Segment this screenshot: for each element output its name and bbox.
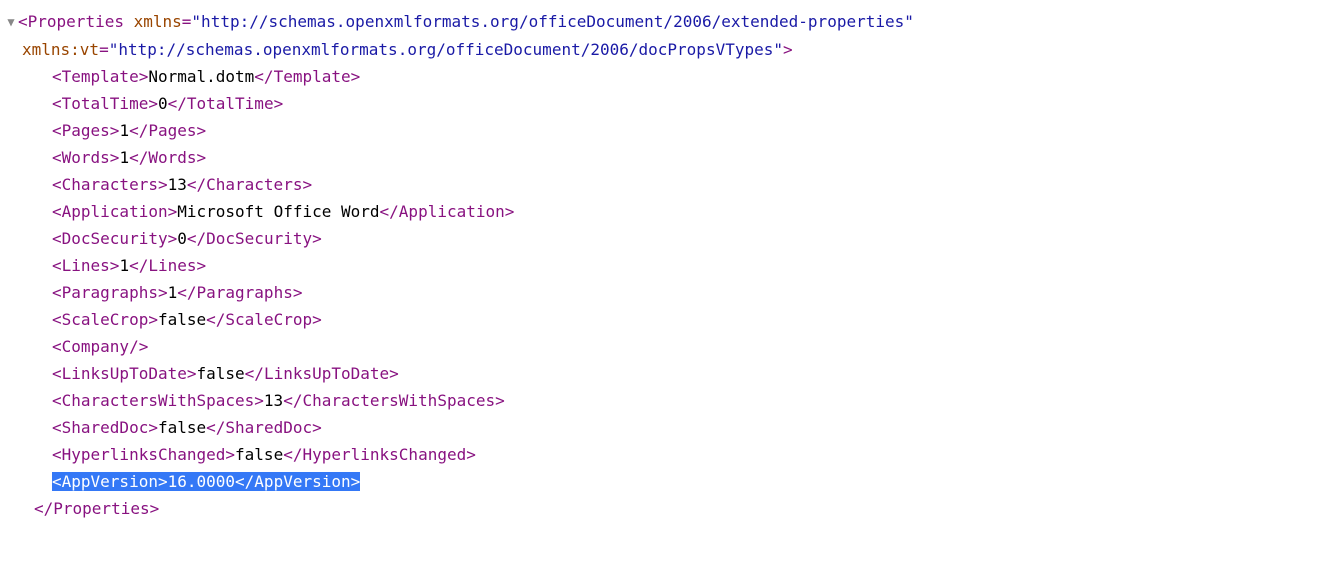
xml-element[interactable]: <ScaleCrop>false</ScaleCrop> (4, 306, 1332, 333)
tag-close: </DocSecurity> (187, 229, 322, 248)
tag-open-bracket: < (18, 12, 28, 31)
tag-text: Microsoft Office Word (177, 202, 379, 221)
tag-close-bracket: > (783, 40, 793, 59)
xml-element[interactable]: <HyperlinksChanged>false</HyperlinksChan… (4, 441, 1332, 468)
tag-close: </Words> (129, 148, 206, 167)
tag-open: <Pages> (52, 121, 119, 140)
tag-open: <Template> (52, 67, 148, 86)
tag-text: 0 (177, 229, 187, 248)
xml-element[interactable]: <TotalTime>0</TotalTime> (4, 90, 1332, 117)
tag-close: </Characters> (187, 175, 312, 194)
xml-element[interactable]: <Characters>13</Characters> (4, 171, 1332, 198)
tag-close: </Paragraphs> (177, 283, 302, 302)
tag-text: 1 (119, 121, 129, 140)
attr-name: xmlns:vt (22, 40, 99, 59)
xml-element[interactable]: <AppVersion>16.0000</AppVersion> (4, 468, 1332, 495)
xml-element[interactable]: <Company/> (4, 333, 1332, 360)
xml-element[interactable]: <Template>Normal.dotm</Template> (4, 63, 1332, 90)
xml-element[interactable]: <Words>1</Words> (4, 144, 1332, 171)
xml-element[interactable]: <Application>Microsoft Office Word</Appl… (4, 198, 1332, 225)
attr-eq: = (99, 40, 109, 59)
xml-element[interactable]: <DocSecurity>0</DocSecurity> (4, 225, 1332, 252)
tag-text: 16.0000 (168, 472, 235, 491)
tag-text: 1 (168, 283, 178, 302)
attr-name: xmlns (134, 12, 182, 31)
tag-close: </HyperlinksChanged> (283, 445, 476, 464)
attr-value: "http://schemas.openxmlformats.org/offic… (109, 40, 783, 59)
xml-element[interactable]: <SharedDoc>false</SharedDoc> (4, 414, 1332, 441)
tag-open: <SharedDoc> (52, 418, 158, 437)
tag-open: <LinksUpToDate> (52, 364, 197, 383)
tag-open: <DocSecurity> (52, 229, 177, 248)
tag-text: 0 (158, 94, 168, 113)
tag-open: <CharactersWithSpaces> (52, 391, 264, 410)
xml-element[interactable]: <Lines>1</Lines> (4, 252, 1332, 279)
xml-children: <Template>Normal.dotm</Template><TotalTi… (4, 63, 1332, 495)
tag-open: <Characters> (52, 175, 168, 194)
tag-text: Normal.dotm (148, 67, 254, 86)
tag-close: </AppVersion> (235, 472, 360, 491)
attr-eq: = (182, 12, 192, 31)
tag-close: </Application> (380, 202, 515, 221)
tag-close: </CharactersWithSpaces> (283, 391, 505, 410)
tag-close: </LinksUpToDate> (245, 364, 399, 383)
tag-text: 13 (264, 391, 283, 410)
tag-open: <Paragraphs> (52, 283, 168, 302)
xml-root-open-cont[interactable]: xmlns:vt="http://schemas.openxmlformats.… (4, 36, 1332, 63)
tag-open: <Words> (52, 148, 119, 167)
tag-open: <TotalTime> (52, 94, 158, 113)
tag-text: false (158, 418, 206, 437)
xml-root-open[interactable]: ▼<Properties xmlns="http://schemas.openx… (4, 8, 1332, 36)
tag-open: <Lines> (52, 256, 119, 275)
tag-open: <ScaleCrop> (52, 310, 158, 329)
xml-tree: ▼<Properties xmlns="http://schemas.openx… (4, 8, 1332, 522)
tag-text: 1 (119, 148, 129, 167)
tag-text: false (235, 445, 283, 464)
xml-element[interactable]: <Pages>1</Pages> (4, 117, 1332, 144)
tag-close: </TotalTime> (168, 94, 284, 113)
tag-close: </Lines> (129, 256, 206, 275)
collapse-arrow-icon[interactable]: ▼ (4, 9, 18, 36)
tag-close: </Properties> (34, 499, 159, 518)
xml-element[interactable]: <CharactersWithSpaces>13</CharactersWith… (4, 387, 1332, 414)
tag-close: </ScaleCrop> (206, 310, 322, 329)
tag-open: <HyperlinksChanged> (52, 445, 235, 464)
tag-close: </Template> (254, 67, 360, 86)
tag-text: false (158, 310, 206, 329)
tag-open: <Company/> (52, 337, 148, 356)
xml-element[interactable]: <Paragraphs>1</Paragraphs> (4, 279, 1332, 306)
tag-text: false (197, 364, 245, 383)
tag-open: <AppVersion> (52, 472, 168, 491)
tag-close: </SharedDoc> (206, 418, 322, 437)
tag-name: Properties (28, 12, 124, 31)
tag-close: </Pages> (129, 121, 206, 140)
xml-root-close[interactable]: </Properties> (4, 495, 1332, 522)
attr-value: "http://schemas.openxmlformats.org/offic… (191, 12, 913, 31)
tag-text: 13 (168, 175, 187, 194)
tag-open: <Application> (52, 202, 177, 221)
xml-element[interactable]: <LinksUpToDate>false</LinksUpToDate> (4, 360, 1332, 387)
tag-text: 1 (119, 256, 129, 275)
